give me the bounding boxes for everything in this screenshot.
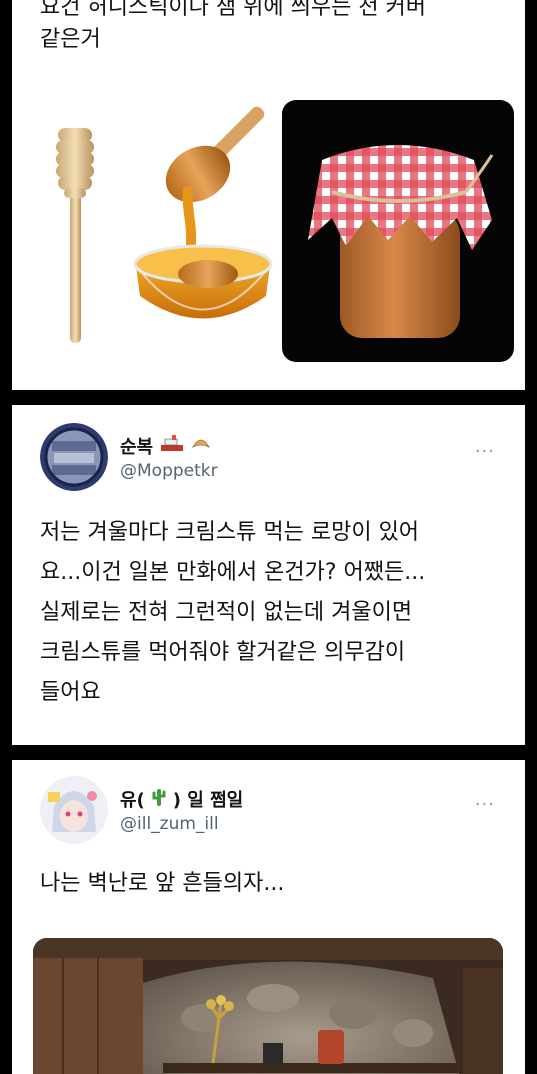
fireplace-rocking-chair-image[interactable] <box>33 938 503 1074</box>
tweet-header: 유( ) 일 쩜일 @ill_zum_ill ··· <box>40 776 505 846</box>
honey-dipper-image[interactable] <box>42 108 108 348</box>
tweet-text: 요건 허니스틱이나 잼 위에 씌우는 천 커버 같은거 <box>40 0 427 52</box>
avatar[interactable] <box>40 776 108 844</box>
tweet-card-2: 순복 @Moppetkr ··· 저는 겨울마다 크림스튜 먹는 로망이 있어 … <box>12 405 525 745</box>
tweet-text: 나는 벽난로 앞 흔들의자... <box>40 871 285 896</box>
ship-emoji-icon <box>159 434 185 458</box>
tweet-card-3: 유( ) 일 쩜일 @ill_zum_ill ··· 나는 벽난로 앞 흔들의자… <box>12 760 525 1074</box>
more-options-icon[interactable]: ··· <box>475 794 495 815</box>
display-name-prefix: 유( <box>120 790 145 811</box>
croissant-emoji-icon <box>191 435 211 458</box>
display-name[interactable]: 유( ) 일 쩜일 <box>120 786 243 812</box>
jam-jar-cloth-cover-image[interactable] <box>282 100 514 362</box>
tweet-header: 순복 @Moppetkr ··· <box>40 423 505 493</box>
user-handle[interactable]: @Moppetkr <box>120 461 218 481</box>
display-name[interactable]: 순복 <box>120 433 211 459</box>
honey-bowl-image[interactable] <box>128 96 278 356</box>
tweet-card-1: 요건 허니스틱이나 잼 위에 씌우는 천 커버 같은거 <box>12 0 525 390</box>
user-handle[interactable]: @ill_zum_ill <box>120 814 219 834</box>
tweet-text: 저는 겨울마다 크림스튜 먹는 로망이 있어 요...이건 일본 만화에서 온건… <box>40 520 426 705</box>
display-name-suffix: ) 일 쩜일 <box>172 790 244 811</box>
cactus-emoji-icon <box>151 787 167 812</box>
display-name-text: 순복 <box>120 437 154 458</box>
avatar[interactable] <box>40 423 108 491</box>
more-options-icon[interactable]: ··· <box>475 441 495 462</box>
